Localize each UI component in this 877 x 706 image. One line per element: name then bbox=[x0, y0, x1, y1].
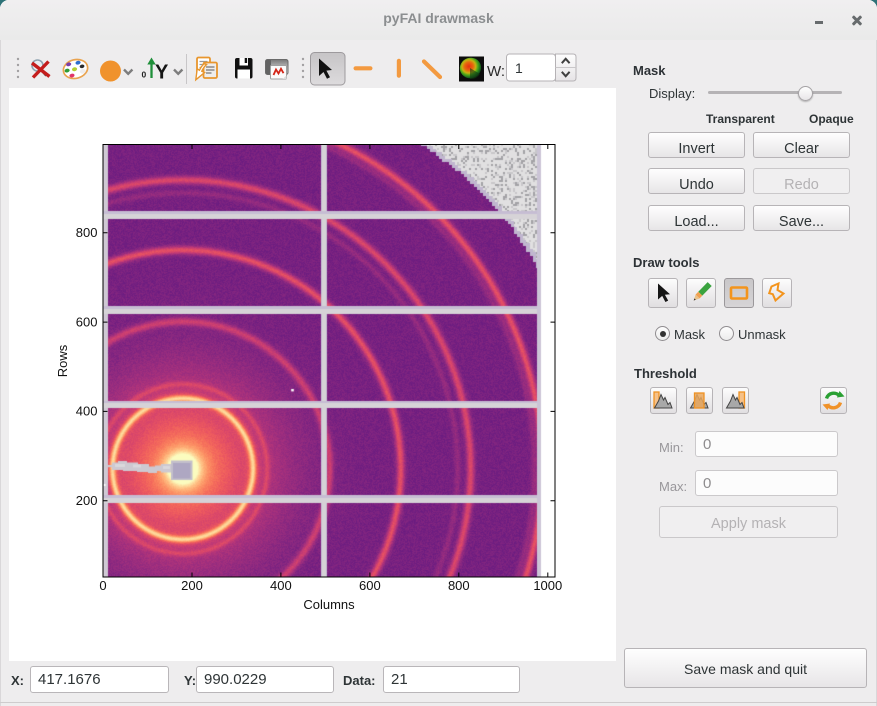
svg-text:Y: Y bbox=[155, 62, 169, 84]
svg-text:W:: W: bbox=[487, 63, 505, 80]
svg-text:0: 0 bbox=[99, 578, 106, 593]
svg-text:800: 800 bbox=[448, 578, 470, 593]
svg-text:600: 600 bbox=[359, 578, 381, 593]
svg-text:0: 0 bbox=[142, 70, 147, 80]
svg-text:1000: 1000 bbox=[533, 578, 562, 593]
svg-text:1: 1 bbox=[515, 60, 523, 76]
svg-text:800: 800 bbox=[76, 225, 98, 240]
svg-text:Rows: Rows bbox=[55, 344, 70, 377]
svg-text:Columns: Columns bbox=[303, 597, 355, 612]
svg-text:400: 400 bbox=[270, 578, 292, 593]
svg-text:600: 600 bbox=[76, 314, 98, 329]
svg-text:200: 200 bbox=[181, 578, 203, 593]
svg-text:400: 400 bbox=[76, 404, 98, 419]
svg-text:200: 200 bbox=[76, 493, 98, 508]
